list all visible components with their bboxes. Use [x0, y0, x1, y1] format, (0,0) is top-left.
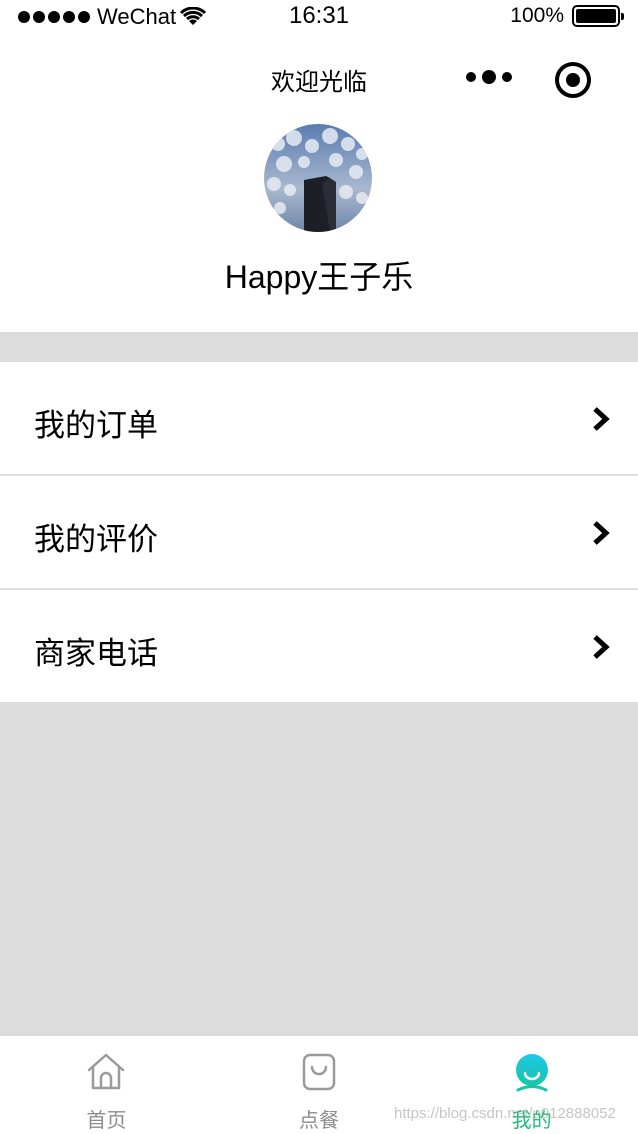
menu-item-label: 我的评价 — [34, 522, 158, 557]
status-bar: WeChat 16:31 100% — [0, 0, 638, 36]
avatar-image — [264, 124, 372, 232]
watermark: https://blog.csdn.net/u012888052 — [394, 1105, 616, 1122]
username: Happy王子乐 — [224, 259, 414, 295]
menu-list: 我的订单 我的评价 商家电话 — [0, 362, 638, 702]
more-icon[interactable] — [466, 70, 518, 84]
battery-icon — [572, 5, 624, 27]
menu-item-orders[interactable]: 我的订单 — [0, 362, 638, 476]
menu-item-phone[interactable]: 商家电话 — [0, 590, 638, 702]
close-miniprogram-icon[interactable] — [555, 62, 591, 98]
tab-home[interactable]: 首页 — [0, 1036, 213, 1134]
page-title: 欢迎光临 — [271, 69, 367, 96]
profile-icon — [515, 1054, 548, 1092]
menu-item-label: 商家电话 — [34, 636, 158, 671]
chevron-right-icon — [593, 521, 610, 545]
nav-bar: 欢迎光临 — [0, 36, 638, 120]
home-icon — [88, 1053, 125, 1090]
chevron-right-icon — [593, 635, 610, 659]
chevron-right-icon — [593, 407, 610, 431]
battery-percent: 100% — [510, 4, 564, 27]
battery-group: 100% — [510, 4, 624, 28]
avatar[interactable] — [264, 124, 372, 232]
menu-item-reviews[interactable]: 我的评价 — [0, 476, 638, 590]
menu-item-label: 我的订单 — [34, 408, 158, 443]
tab-label: 首页 — [86, 1110, 127, 1132]
bag-icon — [302, 1053, 336, 1091]
profile-header: Happy王子乐 — [0, 120, 638, 332]
